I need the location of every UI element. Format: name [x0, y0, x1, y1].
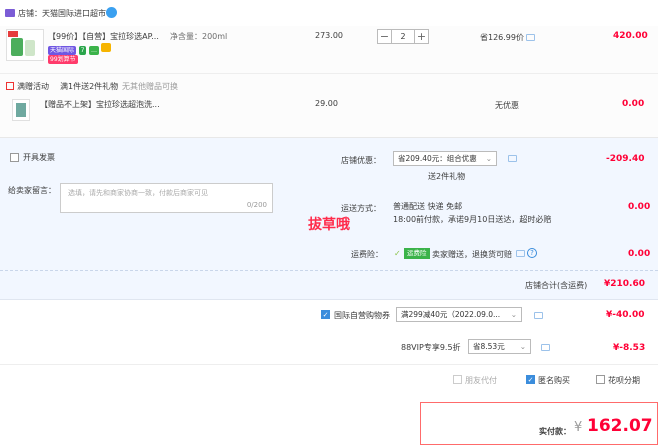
promo-festival-badge: 99划算节: [48, 55, 78, 64]
coupon-select[interactable]: 满299减40元（2022.09.0... ⌄: [396, 307, 522, 322]
payment-options: 朋友代付 ✓ 匿名购买 花呗分期: [0, 364, 658, 392]
ship-value: 普通配送 快递 免邮: [393, 202, 463, 211]
friend-pay-checkbox[interactable]: [453, 375, 462, 384]
shop-promo-label: 店铺优惠：: [341, 156, 381, 165]
anonymous-checkbox[interactable]: ✓: [526, 375, 535, 384]
message-icon[interactable]: [534, 312, 543, 319]
shop-promo-sub: 送2件礼物: [428, 172, 466, 181]
chevron-down-icon: ⌄: [510, 310, 517, 319]
store-total-value: ¥210.60: [604, 279, 645, 289]
message-icon[interactable]: [526, 34, 535, 41]
product-thumbnail[interactable]: [6, 29, 44, 61]
gift-title[interactable]: 【赠品不上架】宝拉珍选超泡洗...: [40, 99, 160, 110]
watermark-text: 拔草哦: [308, 217, 350, 233]
coupon-label: 国际自营购物券: [334, 311, 390, 320]
item-row: 【99价】【自营】宝拉珍选AP... 天猫国际 7 … 99划算节 净含量：20…: [0, 26, 658, 74]
vip-select[interactable]: 省8.53元 ⌄: [468, 339, 531, 354]
shop-promo-amount: -209.40: [606, 154, 645, 164]
wangwang-chat-icon[interactable]: [106, 7, 117, 18]
vip-value: 省8.53元: [473, 342, 505, 351]
seven-day-return-badge: 7: [78, 46, 87, 55]
store-total-row: 店铺合计(含运费) ¥210.60: [0, 270, 658, 300]
gift-activity-note: 无其他赠品可换: [122, 82, 178, 91]
shop-icon: [5, 9, 15, 17]
ship-note: 18:00前付款，承诺9月10日送达，超时必赔: [393, 215, 552, 224]
message-icon[interactable]: [541, 344, 550, 351]
chevron-down-icon: ⌄: [519, 342, 526, 351]
save-amount: 省126.99价: [480, 33, 524, 42]
friend-pay-label: 朋友代付: [465, 376, 497, 385]
gift-thumbnail[interactable]: [12, 99, 30, 121]
service-badge: …: [88, 46, 99, 55]
unit-price: 273.00: [315, 31, 343, 40]
freight-amount: 0.00: [628, 249, 651, 259]
increase-button[interactable]: +: [414, 29, 429, 44]
chevron-down-icon: ⌄: [485, 154, 492, 163]
quantity-input[interactable]: 2: [392, 29, 414, 44]
shop-name[interactable]: 店铺：天猫国际进口超市: [18, 8, 106, 19]
huabei-checkbox[interactable]: [596, 375, 605, 384]
payment-amount: 162.07: [587, 416, 653, 436]
payment-total-box: 实付款： ¥ 162.07: [420, 402, 658, 445]
decrease-button[interactable]: −: [377, 29, 392, 44]
gift-activity-label: 满赠活动: [17, 82, 49, 91]
invoice-label: 开具发票: [23, 153, 55, 162]
item-subtotal: 420.00: [613, 31, 648, 41]
message-icon[interactable]: [516, 250, 525, 257]
vip-label: 88VIP专享9.5折: [401, 343, 461, 352]
freight-tag: 运费险: [404, 248, 430, 259]
message-label: 给卖家留言：: [8, 186, 56, 195]
shop-bar: 店铺：天猫国际进口超市: [0, 0, 658, 26]
shop-promo-select[interactable]: 省209.40元：组合优惠 ⌄: [393, 151, 497, 166]
payment-currency: ¥: [574, 420, 583, 435]
help-icon[interactable]: ?: [527, 248, 537, 258]
message-icon[interactable]: [508, 155, 517, 162]
gift-icon: [6, 82, 14, 90]
vip-amount: ¥-8.53: [613, 343, 646, 353]
ship-amount: 0.00: [628, 202, 651, 212]
coupon-checkbox[interactable]: ✓: [321, 310, 330, 319]
coupon-value: 满299减40元（2022.09.0...: [401, 310, 501, 319]
huabei-label: 花呗分期: [608, 376, 640, 385]
invoice-checkbox[interactable]: [10, 153, 19, 162]
store-total-label: 店铺合计(含运费): [525, 281, 588, 290]
freight-value: 卖家赠送，退换货可赔: [432, 250, 512, 259]
gift-price: 29.00: [315, 99, 338, 108]
freight-label: 运费险：: [351, 250, 383, 259]
seller-message-textarea[interactable]: 选填，请先和商家协商一致，付款后商家可见 0/200: [60, 183, 273, 213]
coupon-amount: ¥-40.00: [606, 310, 645, 320]
gift-activity-desc: 满1件送2件礼物: [60, 82, 119, 91]
gift-promo: 无优惠: [495, 101, 519, 110]
gift-subtotal: 0.00: [622, 99, 645, 109]
shop-promo-value: 省209.40元：组合优惠: [398, 154, 477, 163]
card-icon: [101, 43, 112, 52]
ship-label: 运送方式：: [341, 204, 381, 213]
quantity-stepper[interactable]: − 2 +: [377, 29, 429, 44]
message-placeholder: 选填，请先和商家协商一致，付款后商家可见: [68, 189, 208, 197]
product-spec: 净含量：200ml: [170, 32, 228, 41]
message-count: 0/200: [246, 201, 267, 209]
payment-label: 实付款：: [539, 427, 571, 436]
anonymous-label: 匿名购买: [538, 376, 570, 385]
freight-check-icon: ✓: [394, 249, 401, 258]
product-title[interactable]: 【99价】【自营】宝拉珍选AP...: [48, 31, 159, 42]
gift-section: 满赠活动 满1件送2件礼物 无其他赠品可换 【赠品不上架】宝拉珍选超泡洗... …: [0, 74, 658, 138]
